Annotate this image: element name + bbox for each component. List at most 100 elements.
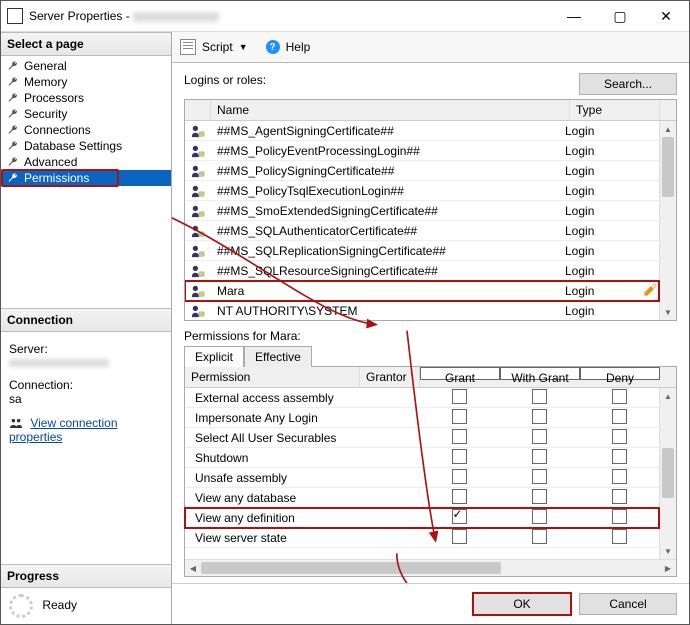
redacted-server-name xyxy=(133,12,219,22)
permission-row[interactable]: View any database xyxy=(185,488,659,508)
wrench-icon xyxy=(7,124,19,136)
page-item-processors[interactable]: Processors xyxy=(1,90,171,106)
cancel-button[interactable]: Cancel xyxy=(579,593,677,615)
view-connection-properties-link[interactable]: View connection properties xyxy=(9,416,118,444)
wrench-icon xyxy=(7,140,19,152)
login-row[interactable]: ##MS_AgentSigningCertificate##Login xyxy=(185,121,659,141)
login-type: Login xyxy=(561,224,659,238)
checkbox[interactable] xyxy=(532,389,547,404)
col-deny[interactable]: Deny xyxy=(580,367,660,380)
checkbox[interactable] xyxy=(532,449,547,464)
permission-name: External access assembly xyxy=(185,391,359,405)
page-item-connections[interactable]: Connections xyxy=(1,122,171,138)
maximize-button[interactable]: ▢ xyxy=(597,1,643,31)
col-grantor[interactable]: Grantor xyxy=(360,367,420,387)
login-type: Login xyxy=(561,144,659,158)
login-name: ##MS_SmoExtendedSigningCertificate## xyxy=(211,204,561,218)
checkbox[interactable] xyxy=(612,429,627,444)
checkbox[interactable] xyxy=(612,409,627,424)
checkbox[interactable] xyxy=(452,529,467,544)
login-row[interactable]: ##MS_PolicySigningCertificate##Login xyxy=(185,161,659,181)
login-row[interactable]: ##MS_SQLAuthenticatorCertificate##Login xyxy=(185,221,659,241)
login-type: Login xyxy=(561,204,659,218)
login-row[interactable]: NT AUTHORITY\SYSTEMLogin xyxy=(185,301,659,320)
col-type[interactable]: Type xyxy=(570,100,660,120)
logins-scrollbar-vertical[interactable]: ▲▼ xyxy=(659,121,676,320)
login-row[interactable]: ##MS_SmoExtendedSigningCertificate##Logi… xyxy=(185,201,659,221)
permissions-scrollbar-horizontal[interactable]: ◀▶ xyxy=(185,559,676,576)
tab-effective[interactable]: Effective xyxy=(244,346,312,367)
progress-header: Progress xyxy=(1,564,171,588)
login-name: ##MS_PolicyTsqlExecutionLogin## xyxy=(211,184,561,198)
close-button[interactable]: ✕ xyxy=(643,1,689,31)
permission-row[interactable]: Shutdown xyxy=(185,448,659,468)
page-item-permissions[interactable]: Permissions xyxy=(1,170,171,186)
checkbox[interactable] xyxy=(452,389,467,404)
checkbox[interactable] xyxy=(612,469,627,484)
checkbox[interactable] xyxy=(532,489,547,504)
progress-state: Ready xyxy=(42,598,77,612)
permissions-scrollbar-vertical[interactable]: ▲▼ xyxy=(659,388,676,559)
checkbox[interactable] xyxy=(612,529,627,544)
checkbox[interactable] xyxy=(532,509,547,524)
wrench-icon xyxy=(7,172,19,184)
login-icon xyxy=(185,244,211,258)
page-item-label: Security xyxy=(24,107,67,121)
page-item-database-settings[interactable]: Database Settings xyxy=(1,138,171,154)
checkbox[interactable] xyxy=(452,449,467,464)
page-item-memory[interactable]: Memory xyxy=(1,74,171,90)
search-button[interactable]: Search... xyxy=(579,73,677,95)
script-dropdown-icon[interactable]: ▼ xyxy=(239,42,248,52)
checkbox[interactable] xyxy=(612,509,627,524)
col-grant[interactable]: Grant xyxy=(420,367,500,380)
checkbox[interactable] xyxy=(532,529,547,544)
permission-row[interactable]: External access assembly xyxy=(185,388,659,408)
checkbox[interactable] xyxy=(452,409,467,424)
login-row[interactable]: ##MS_SQLReplicationSigningCertificate##L… xyxy=(185,241,659,261)
login-icon xyxy=(185,184,211,198)
login-name: ##MS_AgentSigningCertificate## xyxy=(211,124,561,138)
checkbox[interactable] xyxy=(532,469,547,484)
login-icon xyxy=(185,264,211,278)
login-icon xyxy=(185,124,211,138)
page-item-advanced[interactable]: Advanced xyxy=(1,154,171,170)
permission-row[interactable]: Unsafe assembly xyxy=(185,468,659,488)
permission-row[interactable]: Select All User Securables xyxy=(185,428,659,448)
help-button[interactable]: Help xyxy=(286,40,311,54)
script-icon xyxy=(180,39,196,55)
permission-row[interactable]: View server state xyxy=(185,528,659,548)
login-row[interactable]: ##MS_PolicyEventProcessingLogin##Login xyxy=(185,141,659,161)
permission-row[interactable]: Impersonate Any Login xyxy=(185,408,659,428)
col-withgrant[interactable]: With Grant xyxy=(500,367,580,380)
window: Server Properties - — ▢ ✕ Select a page … xyxy=(0,0,690,625)
checkbox[interactable] xyxy=(612,389,627,404)
page-item-general[interactable]: General xyxy=(1,58,171,74)
login-row[interactable]: MaraLogin xyxy=(185,281,659,301)
checkbox[interactable] xyxy=(612,449,627,464)
col-permission[interactable]: Permission xyxy=(185,367,360,387)
checkbox[interactable] xyxy=(452,469,467,484)
login-icon xyxy=(185,204,211,218)
checkbox[interactable] xyxy=(452,489,467,504)
checkbox[interactable] xyxy=(532,409,547,424)
page-item-security[interactable]: Security xyxy=(1,106,171,122)
login-icon xyxy=(185,224,211,238)
tab-explicit[interactable]: Explicit xyxy=(184,346,244,367)
login-name: ##MS_SQLResourceSigningCertificate## xyxy=(211,264,561,278)
permission-row[interactable]: View any definition xyxy=(185,508,659,528)
ok-button[interactable]: OK xyxy=(473,593,571,615)
checkbox[interactable] xyxy=(532,429,547,444)
edit-icon xyxy=(643,283,657,297)
login-row[interactable]: ##MS_SQLResourceSigningCertificate##Logi… xyxy=(185,261,659,281)
script-button[interactable]: Script xyxy=(202,40,233,54)
page-item-label: Database Settings xyxy=(24,139,122,153)
checkbox[interactable] xyxy=(452,509,467,524)
login-type: Login xyxy=(561,124,659,138)
page-item-label: Memory xyxy=(24,75,67,89)
checkbox[interactable] xyxy=(612,489,627,504)
login-row[interactable]: ##MS_PolicyTsqlExecutionLogin##Login xyxy=(185,181,659,201)
wrench-icon xyxy=(7,76,19,88)
minimize-button[interactable]: — xyxy=(551,1,597,31)
checkbox[interactable] xyxy=(452,429,467,444)
col-name[interactable]: Name xyxy=(211,100,570,120)
